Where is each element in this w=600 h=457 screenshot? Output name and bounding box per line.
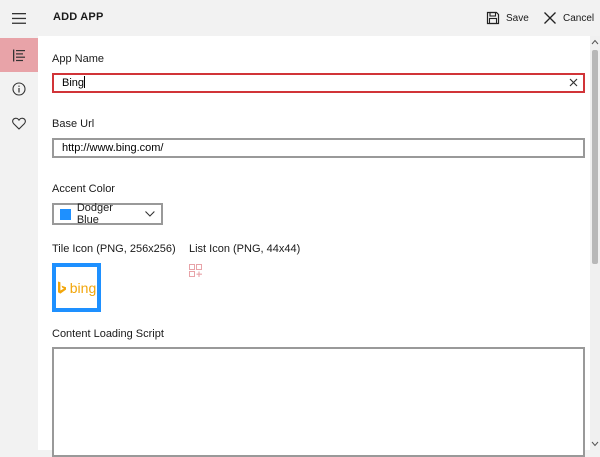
page-title: ADD APP: [53, 11, 104, 23]
bing-logo-icon: [57, 281, 66, 294]
tile-icon-label: Tile Icon (PNG, 256x256): [52, 243, 176, 255]
app-name-label: App Name: [52, 53, 104, 65]
sidebar-item-info[interactable]: [0, 72, 38, 106]
sidebar-item-list[interactable]: [0, 38, 38, 72]
list-icon: [13, 49, 25, 61]
close-icon: [544, 12, 556, 24]
sidebar: [0, 36, 38, 450]
accent-color-dropdown[interactable]: Dodger Blue: [52, 202, 163, 226]
list-icon-picker[interactable]: [189, 264, 203, 283]
accent-color-value: Dodger Blue: [76, 202, 113, 226]
save-button[interactable]: Save: [486, 9, 529, 27]
scroll-down-icon[interactable]: [590, 440, 600, 448]
scroll-up-icon[interactable]: [590, 38, 600, 46]
title-bar: ADD APP Save Cancel: [0, 0, 600, 36]
list-icon-label: List Icon (PNG, 44x44): [189, 243, 301, 255]
base-url-value: http://www.bing.com/: [62, 142, 164, 154]
info-icon: [12, 82, 26, 96]
content-loading-script-label: Content Loading Script: [52, 328, 164, 340]
save-icon: [486, 11, 500, 25]
app-name-value: Bing: [62, 77, 85, 89]
clear-text-button[interactable]: [569, 77, 578, 89]
accent-color-label: Accent Color: [52, 183, 115, 195]
chevron-down-icon: [145, 211, 155, 217]
main-content: App Name Bing Base Url http://www.bing.c…: [38, 36, 590, 457]
sidebar-item-favorites[interactable]: [0, 106, 38, 140]
cancel-button[interactable]: Cancel: [543, 9, 594, 27]
tile-icon-picker[interactable]: bing: [52, 263, 101, 312]
clear-icon: [569, 78, 578, 87]
content-loading-script-input[interactable]: [52, 347, 585, 457]
hamburger-icon: [12, 12, 26, 24]
base-url-label: Base Url: [52, 118, 95, 130]
add-image-icon: [189, 264, 202, 277]
bing-logo-text: bing: [69, 279, 97, 296]
color-swatch: [60, 208, 71, 220]
app-name-input[interactable]: Bing: [52, 73, 585, 93]
save-button-label: Save: [506, 12, 529, 24]
vertical-scrollbar[interactable]: [590, 36, 600, 450]
text-cursor: [84, 76, 86, 88]
base-url-input[interactable]: http://www.bing.com/: [52, 138, 585, 158]
scrollbar-thumb[interactable]: [592, 50, 598, 264]
heart-icon: [12, 117, 26, 130]
cancel-button-label: Cancel: [563, 12, 595, 24]
hamburger-menu-button[interactable]: [0, 0, 38, 36]
